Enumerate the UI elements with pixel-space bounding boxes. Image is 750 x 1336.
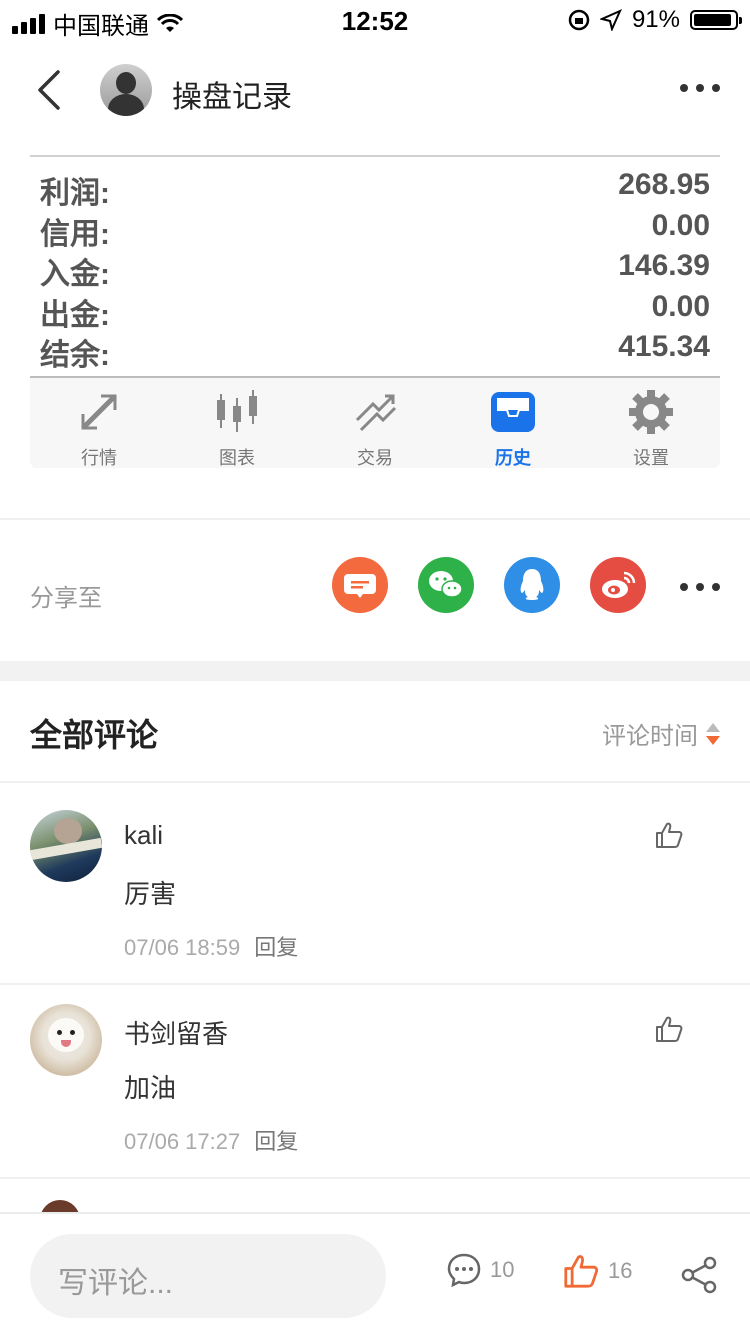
divider [30, 155, 720, 157]
terminal-tab-bar: 行情 图表 交易 历史 设置 [30, 376, 720, 468]
battery-percent: 91% [631, 6, 680, 33]
comment-time: 07/06 18:59 [124, 935, 241, 960]
tab-quotes: 行情 [30, 378, 168, 468]
comment-time: 07/06 17:27 [124, 1129, 241, 1154]
comment-item: 书剑留香 加油 07/06 17:27 回复 [0, 976, 750, 1170]
like-count: 16 [608, 1258, 633, 1283]
more-icon[interactable] [680, 84, 720, 92]
sort-by-time-button[interactable]: 评论时间 [602, 716, 720, 751]
tab-trade: 交易 [306, 378, 444, 468]
account-row-label: 结余: [40, 339, 110, 372]
comment-text: 厉害 [124, 879, 177, 909]
tab-label: 图表 [219, 448, 255, 468]
qq-icon [520, 569, 544, 600]
comment-text: 加油 [124, 1073, 177, 1103]
chart-icon [217, 390, 257, 432]
quotes-icon [81, 394, 117, 430]
history-icon [491, 392, 535, 432]
tab-chart: 图表 [168, 378, 306, 468]
comment-meta: 07/06 17:27 回复 [124, 1124, 298, 1156]
tab-history: 历史 [444, 378, 582, 468]
comment-bubble-icon [447, 1253, 481, 1288]
trade-icon [355, 394, 397, 432]
status-bar: 中国联通 12:52 91% [0, 0, 750, 44]
account-row: 出金: 0.00 [40, 289, 710, 332]
comment-input[interactable]: 写评论... [30, 1234, 386, 1318]
comment-divider [0, 1177, 750, 1179]
account-row-label: 利润: [40, 177, 110, 210]
commenter-name[interactable]: 书剑留香 [124, 1014, 228, 1051]
tab-label: 历史 [495, 448, 531, 468]
cropped-value: ▔▔▔ [648, 136, 708, 154]
account-row: 入金: 146.39 [40, 249, 710, 291]
reply-button[interactable]: 回复 [254, 1129, 298, 1154]
account-row-label: 出金: [40, 298, 110, 332]
account-row: 结余: 415.34 [40, 330, 710, 372]
reply-button[interactable]: 回复 [254, 935, 298, 960]
sms-share-button[interactable] [332, 557, 388, 613]
back-icon[interactable] [34, 70, 64, 110]
account-screenshot: ▔▔▔▔▔ ▔▔▔▔▔ ▔▔▔ 利润: 268.95 信用: 0.00 入金: 146.3… [30, 136, 720, 468]
tab-settings: 设置 [582, 378, 720, 468]
wechat-share-button[interactable] [418, 557, 474, 613]
bottom-bar: 写评论... 10 16 [0, 1212, 750, 1336]
tab-label: 设置 [633, 448, 669, 468]
wechat-icon [429, 571, 463, 598]
account-row: 信用: 0.00 [40, 208, 710, 251]
rotation-lock-icon [568, 9, 590, 31]
account-row-value: 415.34 [618, 330, 710, 363]
nav-bar: 操盘记录 [0, 44, 750, 136]
cropped-text: ▔▔▔▔▔ ▔▔▔▔▔ [38, 136, 257, 154]
tab-label: 行情 [81, 448, 117, 468]
qq-share-button[interactable] [504, 557, 560, 613]
sms-icon [344, 574, 376, 598]
battery-icon [690, 10, 742, 30]
page-title: 操盘记录 [172, 81, 292, 114]
comment-item: kali 厉害 07/06 18:59 回复 [0, 782, 750, 976]
thumbs-up-icon [564, 1255, 599, 1288]
more-share-icon[interactable] [680, 583, 720, 591]
location-icon [599, 9, 622, 31]
like-icon[interactable] [654, 1014, 684, 1044]
account-row-value: 146.39 [618, 249, 710, 282]
comment-input-placeholder: 写评论... [58, 1267, 174, 1300]
tab-label: 交易 [357, 448, 393, 468]
comment-meta: 07/06 18:59 回复 [124, 930, 298, 962]
section-divider [0, 518, 750, 520]
comments-count-button[interactable]: 10 [446, 1252, 514, 1288]
sort-arrows-icon [706, 722, 720, 745]
account-row-label: 信用: [40, 217, 110, 251]
weibo-share-button[interactable] [590, 557, 646, 613]
account-row-label: 入金: [40, 258, 110, 291]
section-gap [0, 661, 750, 681]
settings-icon [629, 390, 673, 434]
share-icon[interactable] [680, 1256, 718, 1294]
commenter-avatar[interactable] [30, 1004, 102, 1076]
account-row-value: 0.00 [651, 208, 710, 242]
like-button[interactable]: 16 [562, 1252, 632, 1290]
share-label: 分享至 [30, 585, 102, 612]
commenter-name[interactable]: kali [124, 820, 163, 851]
commenter-avatar-partial [30, 1200, 102, 1212]
comment-count: 10 [490, 1257, 515, 1282]
status-right: 91% [568, 6, 742, 34]
account-row-value: 0.00 [651, 289, 710, 323]
author-avatar[interactable] [100, 64, 152, 116]
comments-title: 全部评论 [30, 717, 159, 753]
commenter-avatar[interactable] [30, 810, 102, 882]
account-row-value: 268.95 [618, 168, 710, 201]
weibo-icon [602, 571, 636, 598]
sort-label: 评论时间 [602, 723, 698, 750]
account-row: 利润: 268.95 [40, 168, 710, 210]
like-icon[interactable] [654, 820, 684, 850]
